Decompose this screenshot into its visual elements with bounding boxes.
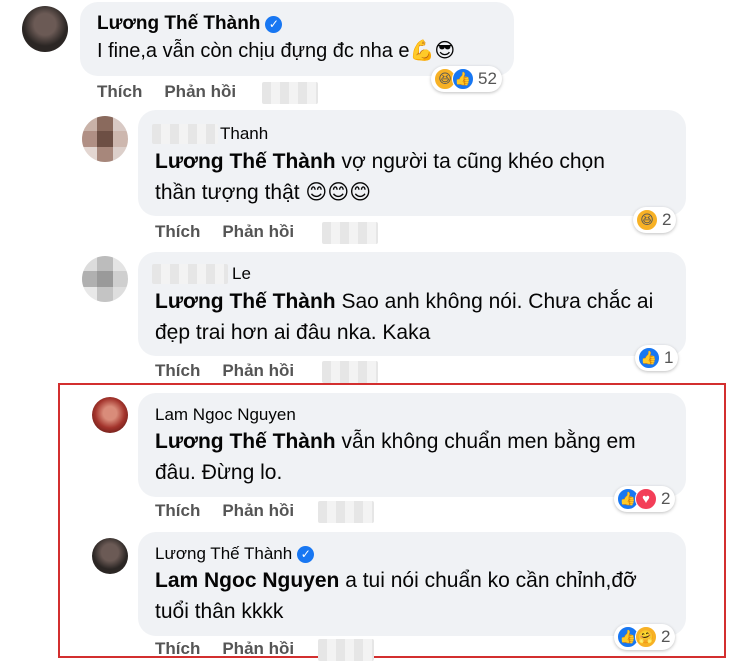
comment-text: Lương Thế Thành Sao anh không nói. Chưa … bbox=[155, 286, 653, 348]
like-link[interactable]: Thích bbox=[155, 222, 200, 241]
comment-actions: Thích Phản hồi bbox=[155, 501, 316, 521]
avatar[interactable] bbox=[22, 6, 68, 52]
avatar[interactable] bbox=[82, 256, 128, 302]
reaction-count: 1 bbox=[664, 348, 674, 367]
timestamp-blurred bbox=[322, 361, 378, 383]
reply-link[interactable]: Phản hồi bbox=[222, 222, 294, 241]
mention-tag[interactable]: Lương Thế Thành bbox=[155, 150, 336, 173]
like-link[interactable]: Thích bbox=[155, 501, 200, 520]
comment-text-line1: a tui nói chuẩn ko cần chỉnh,đỡ bbox=[339, 569, 637, 592]
like-link[interactable]: Thích bbox=[97, 82, 142, 101]
commenter-name-text[interactable]: Lương Thế Thành bbox=[97, 13, 260, 34]
care-reaction-icon: 🤗 bbox=[635, 626, 657, 648]
like-reaction-icon: 👍 bbox=[452, 68, 474, 90]
commenter-name[interactable]: Lương Thế Thành ✓ bbox=[155, 544, 315, 564]
reaction-count: 52 bbox=[478, 69, 497, 88]
reaction-count: 2 bbox=[661, 627, 671, 646]
mention-tag[interactable]: Lam Ngoc Nguyen bbox=[155, 569, 339, 592]
timestamp-blurred bbox=[318, 639, 374, 661]
comment-actions: Thích Phản hồi bbox=[155, 639, 316, 659]
commenter-name[interactable]: Lam Ngoc Nguyen bbox=[155, 405, 296, 425]
reaction-summary[interactable]: 👍 ♥ 2 bbox=[614, 486, 676, 512]
comment-actions: Thích Phản hồi bbox=[155, 361, 316, 381]
reaction-count: 2 bbox=[661, 489, 671, 508]
like-link[interactable]: Thích bbox=[155, 361, 200, 380]
reaction-summary[interactable]: 👍 🤗 2 bbox=[614, 624, 676, 650]
commenter-name-text[interactable]: Lương Thế Thành bbox=[155, 544, 292, 563]
comment-text-line2: đâu. Đừng lo. bbox=[155, 461, 283, 484]
reaction-summary[interactable]: 😆 2 bbox=[633, 207, 677, 233]
timestamp-blurred bbox=[322, 222, 378, 244]
haha-reaction-icon: 😆 bbox=[636, 209, 658, 231]
avatar[interactable] bbox=[82, 116, 128, 162]
timestamp-blurred bbox=[318, 501, 374, 523]
like-reaction-icon: 👍 bbox=[638, 347, 660, 369]
comment-actions: Thích Phản hồi bbox=[155, 222, 316, 242]
comment-text: Lương Thế Thành vợ người ta cũng khéo ch… bbox=[155, 146, 605, 208]
commenter-name[interactable]: Lương Thế Thành ✓ bbox=[97, 13, 283, 35]
mention-tag[interactable]: Lương Thế Thành bbox=[155, 290, 336, 313]
reply-link[interactable]: Phản hồi bbox=[222, 501, 294, 520]
name-blurred bbox=[152, 264, 228, 284]
reply-link[interactable]: Phản hồi bbox=[222, 361, 294, 380]
comment-text: Lam Ngoc Nguyen a tui nói chuẩn ko cần c… bbox=[155, 565, 637, 627]
timestamp-blurred bbox=[262, 82, 318, 104]
comment-text-line1: vẫn không chuẩn men bằng em bbox=[335, 430, 636, 453]
commenter-name[interactable]: Thanh bbox=[220, 124, 268, 144]
comment-text: I fine,a vẫn còn chịu đựng đc nha e💪😎 bbox=[97, 40, 456, 62]
love-reaction-icon: ♥ bbox=[635, 488, 657, 510]
reaction-summary[interactable]: 😆 👍 52 bbox=[431, 66, 502, 92]
mention-tag[interactable]: Lương Thế Thành bbox=[155, 430, 336, 453]
comment-text-line2: tuổi thân kkkk bbox=[155, 600, 284, 623]
like-link[interactable]: Thích bbox=[155, 639, 200, 658]
verified-badge-icon: ✓ bbox=[265, 16, 283, 33]
comment-actions: Thích Phản hồi bbox=[97, 82, 258, 102]
comment-text-line1: Sao anh không nói. Chưa chắc ai bbox=[335, 290, 654, 313]
comment-text-line2: đẹp trai hơn ai đâu nka. Kaka bbox=[155, 321, 431, 344]
verified-badge-icon: ✓ bbox=[297, 546, 315, 563]
name-blurred bbox=[152, 124, 218, 144]
reply-link[interactable]: Phản hồi bbox=[222, 639, 294, 658]
avatar[interactable] bbox=[92, 538, 128, 574]
comment-text: Lương Thế Thành vẫn không chuẩn men bằng… bbox=[155, 426, 636, 488]
reaction-count: 2 bbox=[662, 210, 672, 229]
commenter-name[interactable]: Le bbox=[232, 264, 251, 284]
comment-text-line1: vợ người ta cũng khéo chọn bbox=[335, 150, 605, 173]
reply-link[interactable]: Phản hồi bbox=[164, 82, 236, 101]
comment-text-line2: thần tượng thật 😊😊😊 bbox=[155, 181, 372, 204]
avatar[interactable] bbox=[92, 397, 128, 433]
reaction-summary[interactable]: 👍 1 bbox=[635, 345, 679, 371]
